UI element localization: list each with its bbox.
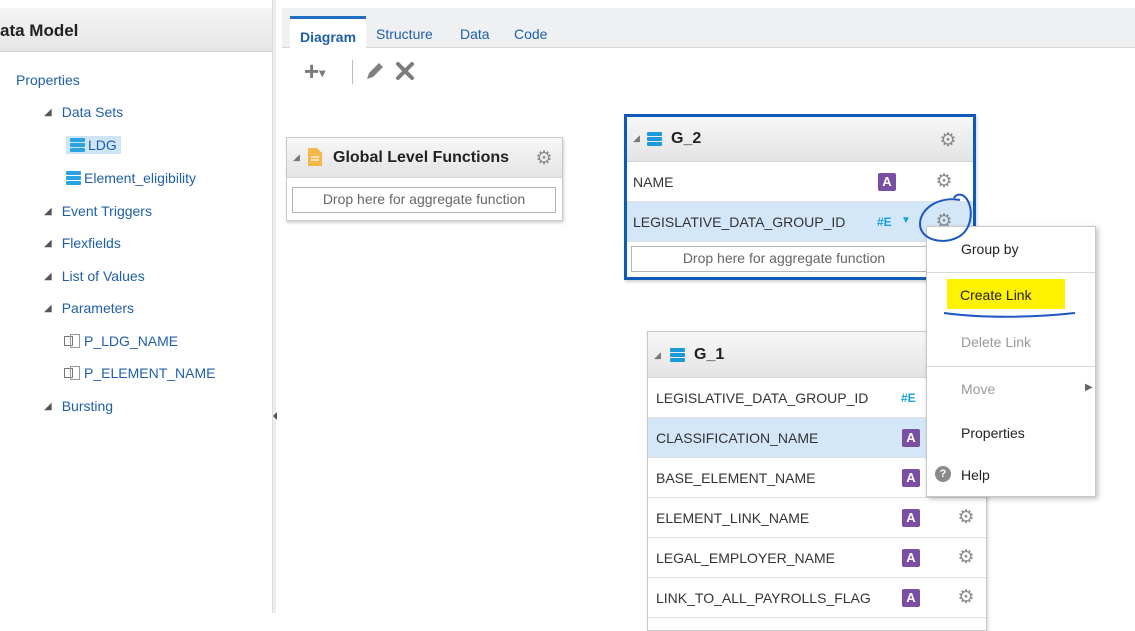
annotation-circle [918, 193, 972, 242]
annotation-layer [918, 193, 1076, 318]
annotation-underline [943, 312, 1076, 318]
